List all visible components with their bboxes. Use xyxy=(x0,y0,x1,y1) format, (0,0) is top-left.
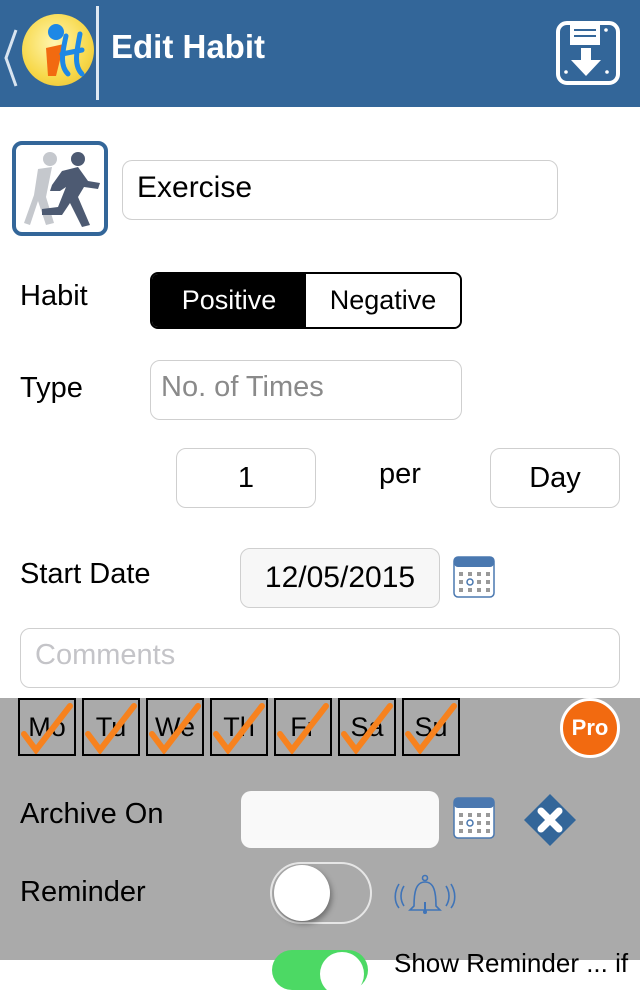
chevron-left-icon[interactable] xyxy=(4,28,18,88)
clear-x-icon[interactable] xyxy=(522,792,578,848)
running-person-icon xyxy=(24,152,100,227)
habit-icon-button[interactable] xyxy=(12,141,108,236)
habit-name-input[interactable]: Exercise xyxy=(122,160,558,220)
show-reminder-label: Show Reminder ... if xyxy=(394,948,629,978)
count-input[interactable]: 1 xyxy=(176,448,316,508)
start-date-label: Start Date xyxy=(20,558,151,590)
day-toggle-tu[interactable]: Tu xyxy=(82,698,140,756)
comments-input[interactable]: Comments xyxy=(20,628,620,688)
type-input[interactable]: No. of Times xyxy=(150,360,462,420)
show-reminder-toggle[interactable] xyxy=(272,950,368,996)
toggle-knob xyxy=(320,952,364,996)
save-download-icon[interactable] xyxy=(555,20,621,86)
archive-label: Archive On xyxy=(20,798,164,830)
calendar-icon[interactable] xyxy=(453,556,495,598)
per-label: per xyxy=(379,458,421,490)
header-divider xyxy=(96,6,99,100)
toggle-knob xyxy=(274,865,330,921)
day-toggle-sa[interactable]: Sa xyxy=(338,698,396,756)
day-toggle-su[interactable]: Su xyxy=(402,698,460,756)
day-toggle-mo[interactable]: Mo xyxy=(18,698,76,756)
day-toggle-th[interactable]: Th xyxy=(210,698,268,756)
checkmark-icon xyxy=(277,703,329,754)
habit-type-segmented-control[interactable]: Positive Negative xyxy=(150,272,462,329)
bell-ringing-icon[interactable] xyxy=(392,872,458,918)
day-toggle-fr[interactable]: Fr xyxy=(274,698,332,756)
calendar-icon[interactable] xyxy=(453,797,495,839)
checkmark-icon xyxy=(149,703,201,754)
negative-segment[interactable]: Negative xyxy=(306,274,460,327)
period-selector[interactable]: Day xyxy=(490,448,620,508)
checkmark-icon xyxy=(21,703,73,754)
checkmark-icon xyxy=(341,703,393,754)
type-label: Type xyxy=(20,372,83,404)
day-toggle-we[interactable]: We xyxy=(146,698,204,756)
positive-segment[interactable]: Positive xyxy=(152,274,306,327)
archive-date-input[interactable] xyxy=(241,791,439,848)
habit-label: Habit xyxy=(20,280,88,312)
checkmark-icon xyxy=(405,703,457,754)
reminder-toggle[interactable] xyxy=(270,862,372,924)
start-date-input[interactable]: 12/05/2015 xyxy=(240,548,440,608)
pro-badge[interactable]: Pro xyxy=(560,698,620,758)
page-title: Edit Habit xyxy=(111,28,265,65)
checkmark-icon xyxy=(213,703,265,754)
reminder-label: Reminder xyxy=(20,876,146,908)
checkmark-icon xyxy=(85,703,137,754)
ihabit-logo[interactable] xyxy=(22,14,94,86)
